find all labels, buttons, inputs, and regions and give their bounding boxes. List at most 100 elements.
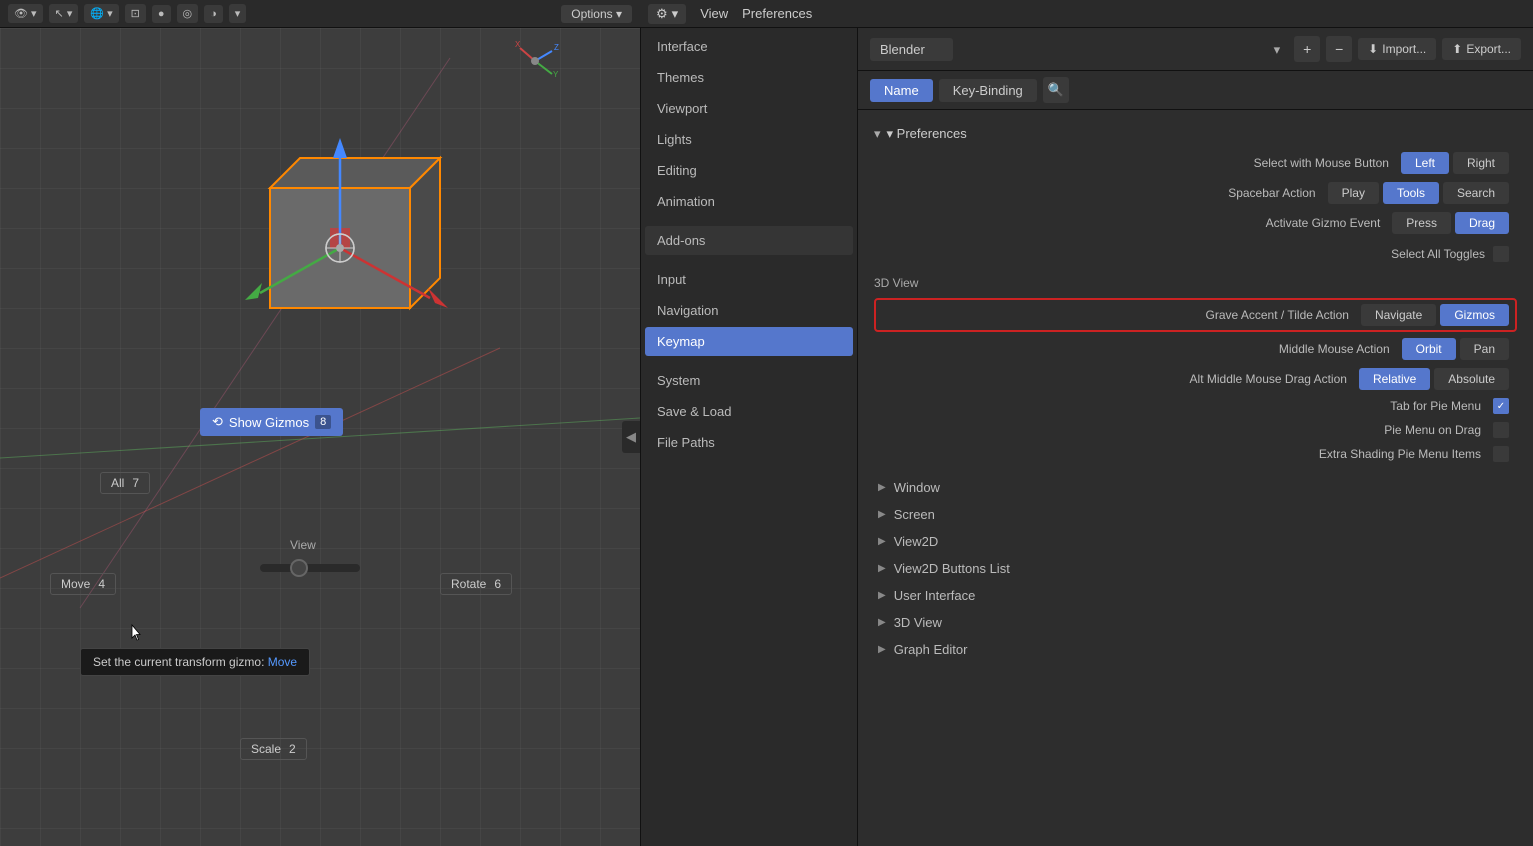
navigate-button[interactable]: Navigate	[1361, 304, 1436, 326]
tab-pie-checkbox[interactable]: ✓	[1493, 398, 1509, 414]
sidebar-item-save-load[interactable]: Save & Load	[645, 397, 853, 426]
prefs-topbar: ⚙ ▾ View Preferences	[640, 4, 1533, 24]
alt-middle-controls: Relative Absolute	[1359, 368, 1509, 390]
preferences-menu[interactable]: Preferences	[742, 6, 812, 21]
move-label: Move	[61, 577, 90, 591]
sidebar-item-themes[interactable]: Themes	[645, 63, 853, 92]
slider-track	[260, 564, 360, 572]
gear-menu[interactable]: ⚙ ▾	[648, 4, 686, 24]
activate-gizmo-label: Activate Gizmo Event	[882, 216, 1392, 230]
extra-shading-label: Extra Shading Pie Menu Items	[882, 447, 1493, 461]
arrow-icon: ▶	[878, 563, 886, 574]
arrow-icon: ▶	[878, 617, 886, 628]
viewport-tool-4[interactable]: ⊡	[125, 4, 146, 23]
pie-drag-checkbox[interactable]	[1493, 422, 1509, 438]
show-gizmos-label: Show Gizmos	[229, 415, 309, 430]
collapsible-view2d-buttons[interactable]: ▶ View2D Buttons List	[874, 555, 1517, 582]
play-button[interactable]: Play	[1328, 182, 1379, 204]
move-button[interactable]: Move 4	[50, 573, 116, 595]
collapsible-window[interactable]: ▶ Window	[874, 474, 1517, 501]
viewport[interactable]: Z X Y ⟲ Show Gizmos 8 All 7 View	[0, 28, 640, 846]
remove-preset-button[interactable]: −	[1326, 36, 1352, 62]
rotate-button[interactable]: Rotate 6	[440, 573, 512, 595]
tools-button[interactable]: Tools	[1383, 182, 1439, 204]
middle-mouse-label: Middle Mouse Action	[882, 342, 1402, 356]
select-all-label: Select All Toggles	[1391, 247, 1485, 261]
options-button[interactable]: Options ▾	[561, 5, 632, 23]
sidebar-item-input[interactable]: Input	[645, 265, 853, 294]
add-preset-button[interactable]: +	[1294, 36, 1320, 62]
scale-button[interactable]: Scale 2	[240, 738, 307, 760]
scale-label: Scale	[251, 742, 281, 756]
tab-keybinding[interactable]: Key-Binding	[939, 79, 1037, 102]
view-menu[interactable]: View	[700, 6, 728, 21]
viewport-tool-7[interactable]: ◑	[204, 5, 223, 23]
activate-gizmo-controls: Press Drag	[1392, 212, 1509, 234]
sidebar-item-lights[interactable]: Lights	[645, 125, 853, 154]
sidebar-item-addons[interactable]: Add-ons	[645, 226, 853, 255]
collapsible-screen[interactable]: ▶ Screen	[874, 501, 1517, 528]
absolute-button[interactable]: Absolute	[1434, 368, 1509, 390]
viewport-tool-8[interactable]: ▾	[229, 4, 247, 23]
show-gizmos-button[interactable]: ⟲ Show Gizmos 8	[200, 408, 343, 436]
sidebar-item-interface[interactable]: Interface	[645, 32, 853, 61]
viewport-toolbar-area: 👁 ▾ ↖ ▾ 🌐 ▾ ⊡ ● ◎ ◑ ▾ Options ▾	[0, 4, 640, 23]
sidebar-item-keymap[interactable]: Keymap	[645, 327, 853, 356]
tooltip-value: Move	[268, 655, 297, 669]
view-slider[interactable]	[260, 558, 360, 578]
collapsible-3d-view[interactable]: ▶ 3D View	[874, 609, 1517, 636]
left-button[interactable]: Left	[1401, 152, 1449, 174]
arrow-icon: ▶	[878, 590, 886, 601]
arrow-icon: ▶	[878, 644, 886, 655]
import-button[interactable]: ⬇ Import...	[1358, 38, 1436, 60]
sidebar-item-file-paths[interactable]: File Paths	[645, 428, 853, 457]
extra-shading-checkbox[interactable]	[1493, 446, 1509, 462]
middle-mouse-controls: Orbit Pan	[1402, 338, 1509, 360]
prefs-section-label: ▾ Preferences	[887, 126, 967, 142]
pan-button[interactable]: Pan	[1460, 338, 1509, 360]
viewport-tool-6[interactable]: ◎	[177, 4, 199, 23]
search-button[interactable]: 🔍	[1043, 77, 1069, 103]
svg-text:Z: Z	[554, 43, 559, 52]
3d-view-header: 3D View	[874, 276, 1517, 290]
tab-name[interactable]: Name	[870, 79, 933, 102]
all-button[interactable]: All 7	[100, 472, 150, 494]
grave-controls: Navigate Gizmos	[1361, 304, 1509, 326]
preset-dropdown[interactable]: Blender	[870, 38, 953, 61]
drag-button[interactable]: Drag	[1455, 212, 1509, 234]
relative-button[interactable]: Relative	[1359, 368, 1430, 390]
export-button[interactable]: ⬆ Export...	[1442, 38, 1521, 60]
press-button[interactable]: Press	[1392, 212, 1451, 234]
search-action-button[interactable]: Search	[1443, 182, 1509, 204]
viewport-tool-2[interactable]: ↖ ▾	[49, 4, 79, 23]
sidebar-item-animation[interactable]: Animation	[645, 187, 853, 216]
middle-mouse-row: Middle Mouse Action Orbit Pan	[874, 338, 1517, 360]
axis-widget: Z X Y	[510, 36, 560, 86]
rotate-shortcut: 6	[494, 577, 501, 591]
gizmo-icon: ⟲	[212, 414, 223, 430]
sidebar-item-navigation[interactable]: Navigation	[645, 296, 853, 325]
collapsible-view2d[interactable]: ▶ View2D	[874, 528, 1517, 555]
alt-middle-label: Alt Middle Mouse Drag Action	[882, 372, 1359, 386]
sidebar-item-editing[interactable]: Editing	[645, 156, 853, 185]
viewport-tool-3[interactable]: 🌐 ▾	[84, 4, 118, 23]
sidebar-item-viewport[interactable]: Viewport	[645, 94, 853, 123]
collapsible-graph-editor[interactable]: ▶ Graph Editor	[874, 636, 1517, 663]
slider-thumb[interactable]	[290, 559, 308, 577]
import-icon: ⬇	[1368, 42, 1378, 56]
preset-dropdown-wrap: Blender	[870, 38, 1288, 61]
gizmos-button[interactable]: Gizmos	[1440, 304, 1509, 326]
select-all-checkbox[interactable]	[1493, 246, 1509, 262]
collapse-arrow[interactable]: ◀	[622, 421, 640, 453]
pie-drag-row: Pie Menu on Drag	[874, 422, 1517, 438]
sidebar-item-system[interactable]: System	[645, 366, 853, 395]
viewport-tool-5[interactable]: ●	[152, 5, 171, 23]
view-label: View	[290, 538, 316, 552]
right-button[interactable]: Right	[1453, 152, 1509, 174]
orbit-button[interactable]: Orbit	[1402, 338, 1456, 360]
select-mouse-controls: Left Right	[1401, 152, 1509, 174]
viewport-tool-1[interactable]: 👁 ▾	[8, 4, 43, 23]
collapsible-user-interface[interactable]: ▶ User Interface	[874, 582, 1517, 609]
svg-text:Y: Y	[553, 70, 559, 79]
cube-svg	[230, 108, 490, 338]
